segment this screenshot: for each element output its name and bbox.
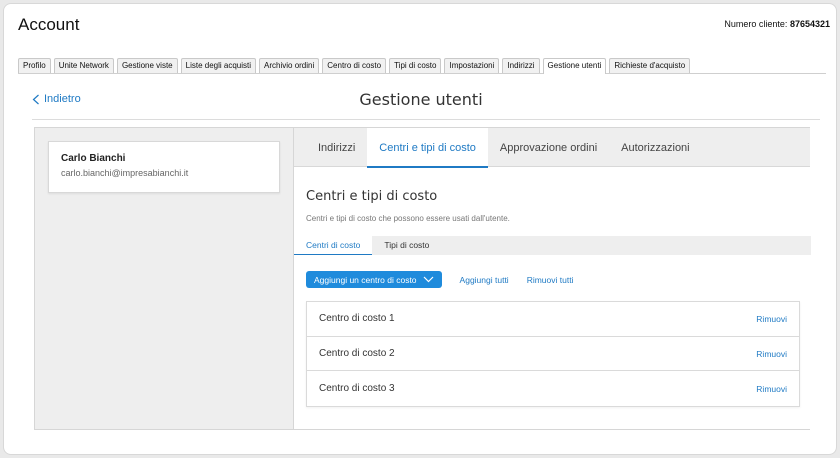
subtab-tipi-di-costo[interactable]: Tipi di costo — [372, 236, 441, 255]
tab-section-approvazione-ordini[interactable]: Approvazione ordini — [488, 128, 609, 167]
user-name: Carlo Bianchi — [61, 153, 126, 164]
tab-section-autorizzazioni[interactable]: Autorizzazioni — [609, 128, 701, 167]
tab-unite-network[interactable]: Unite Network — [53, 58, 114, 73]
tab-archivio-ordini[interactable]: Archivio ordini — [259, 58, 320, 73]
user-card[interactable]: Carlo Bianchi carlo.bianchi@impresabianc… — [48, 141, 280, 193]
client-number-value: 87654321 — [789, 19, 830, 29]
tab-profilo[interactable]: Profilo — [18, 58, 51, 73]
sub-tabs: Centri di costo Tipi di costo — [294, 236, 811, 255]
tab-centro-di-costo[interactable]: Centro di costo — [322, 58, 387, 73]
client-number-label: Numero cliente: — [724, 19, 788, 29]
add-cost-center-button[interactable]: Aggiungi un centro di costo — [306, 271, 442, 288]
tab-impostazioni[interactable]: Impostazioni — [444, 58, 500, 73]
cost-center-list: Centro di costo 1 Rimuovi Centro di cost… — [306, 301, 800, 408]
user-management-panel: Carlo Bianchi carlo.bianchi@impresabianc… — [34, 127, 811, 430]
subtab-centri-di-costo[interactable]: Centri di costo — [294, 236, 373, 255]
add-all-link[interactable]: Aggiungi tutti — [460, 275, 509, 285]
account-tab-bar: Profilo Unite Network Gestione viste Lis… — [18, 58, 826, 74]
user-email: carlo.bianchi@impresabianchi.it — [61, 168, 189, 178]
tab-gestione-viste[interactable]: Gestione viste — [116, 58, 178, 73]
tab-gestione-utenti[interactable]: Gestione utenti — [542, 58, 607, 74]
account-window: Account Numero cliente: 87654321 Profilo… — [3, 3, 837, 455]
cost-center-actions: Aggiungi un centro di costo Aggiungi tut… — [306, 271, 573, 288]
client-number-text: Numero cliente: 87654321 — [724, 19, 830, 29]
tab-section-centri-tipi-costo[interactable]: Centri e tipi di costo — [367, 128, 488, 168]
cost-center-label: Centro di costo 1 — [319, 313, 395, 325]
section-tabs: Indirizzi Centri e tipi di costo Approva… — [294, 128, 810, 168]
title-divider — [32, 119, 820, 120]
page-header-title: Account — [18, 15, 80, 34]
cost-center-label: Centro di costo 3 — [319, 383, 395, 395]
cost-center-label: Centro di costo 2 — [319, 348, 395, 360]
tab-liste-acquisti[interactable]: Liste degli acquisti — [180, 58, 257, 73]
remove-cost-center-link[interactable]: Rimuovi — [756, 384, 787, 394]
list-item: Centro di costo 2 Rimuovi — [307, 337, 799, 372]
add-cost-center-label: Aggiungi un centro di costo — [314, 274, 417, 285]
remove-cost-center-link[interactable]: Rimuovi — [756, 349, 787, 359]
section-description: Centri e tipi di costo che possono esser… — [306, 214, 510, 223]
list-item: Centro di costo 1 Rimuovi — [307, 302, 799, 337]
tab-indirizzi[interactable]: Indirizzi — [502, 58, 540, 73]
list-item: Centro di costo 3 Rimuovi — [307, 371, 799, 406]
tab-section-indirizzi[interactable]: Indirizzi — [306, 128, 367, 167]
remove-cost-center-link[interactable]: Rimuovi — [756, 314, 787, 324]
user-detail-pane: Indirizzi Centri e tipi di costo Approva… — [293, 128, 811, 429]
section-title: Centri e tipi di costo — [306, 189, 438, 204]
tab-richieste-acquisto[interactable]: Richieste d'acquisto — [609, 58, 691, 73]
page-title: Gestione utenti — [359, 90, 483, 109]
remove-all-link[interactable]: Rimuovi tutti — [527, 275, 574, 285]
tab-tipi-di-costo[interactable]: Tipi di costo — [389, 58, 442, 73]
chevron-down-icon — [423, 276, 433, 283]
